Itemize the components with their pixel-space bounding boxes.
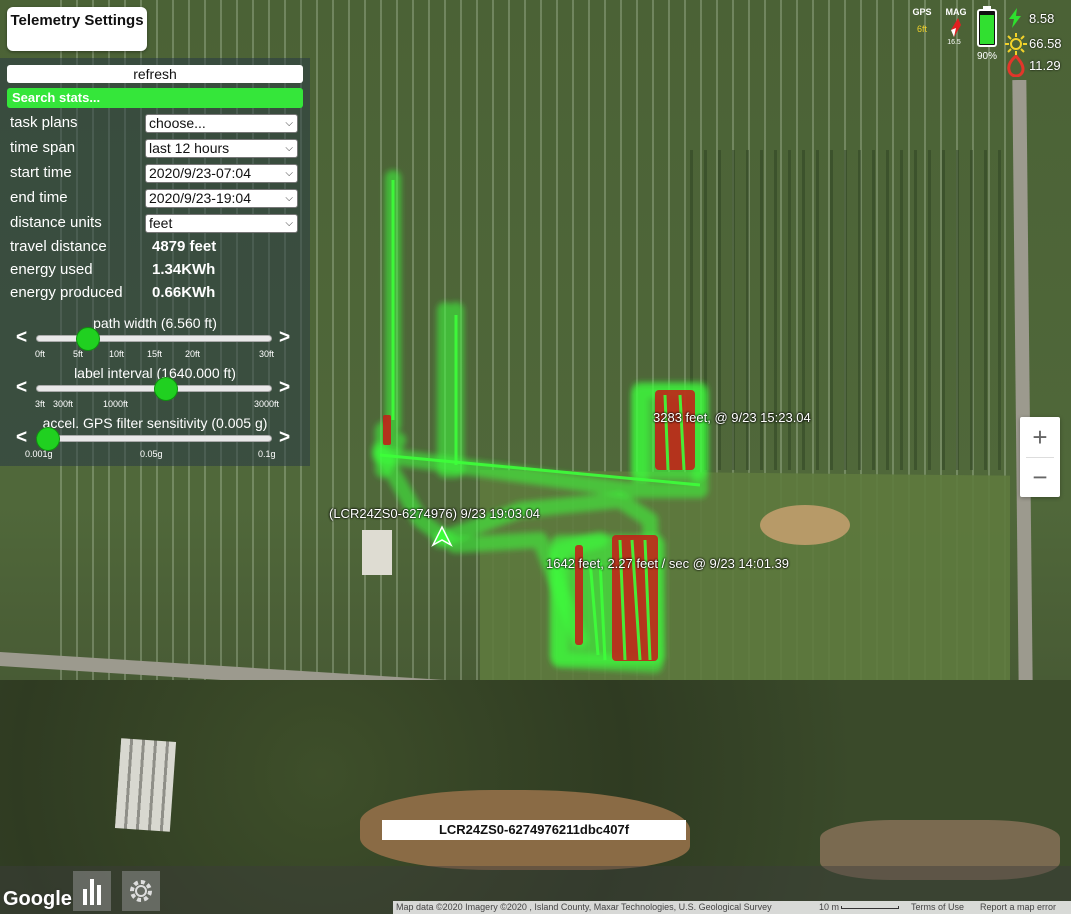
search-stats-input[interactable]: Search stats... <box>7 88 303 108</box>
mag-value: 16.5 <box>947 39 961 46</box>
telemetry-settings-button[interactable]: Telemetry Settings <box>7 7 147 51</box>
speed-label: 1642 feet, 2.27 feet / sec @ 9/23 14:01.… <box>546 556 790 571</box>
end-time-row: end time 2020/9/23-19:04 ⌵ <box>10 188 300 208</box>
travel-distance-value: 4879 feet <box>152 238 217 255</box>
tick-label: 15ft <box>147 349 163 359</box>
chevron-down-icon: ⌵ <box>285 143 293 154</box>
sun-icon <box>1005 33 1027 55</box>
decrease-arrow[interactable]: < <box>16 328 27 348</box>
energy-used-value: 1.34KWh <box>152 261 216 278</box>
power-in-value: 8.58 <box>1029 11 1055 26</box>
tick-label: 3ft <box>35 399 46 409</box>
increase-arrow[interactable]: > <box>279 428 290 448</box>
start-time-select[interactable]: 2020/9/23-07:04 ⌵ <box>145 164 298 183</box>
task-plans-row: task plans choose... ⌵ <box>10 113 300 133</box>
tick-label: 10ft <box>109 349 125 359</box>
google-logo[interactable]: Google <box>3 888 72 911</box>
distance-units-row: distance units feet ⌵ <box>10 213 300 233</box>
lightning-icon <box>1009 8 1021 28</box>
task-plans-label: task plans <box>10 114 78 131</box>
decrease-arrow[interactable]: < <box>16 378 27 398</box>
gear-icon <box>130 880 152 902</box>
zoom-control: + − <box>1020 417 1060 497</box>
energy-used-label: energy used <box>10 261 93 278</box>
settings-button[interactable] <box>122 871 160 911</box>
tick-label: 30ft <box>259 349 275 359</box>
tick-label: 3000ft <box>254 399 280 409</box>
battery-icon <box>977 9 997 47</box>
slider-track[interactable] <box>36 335 272 342</box>
stats-chart-button[interactable] <box>73 871 111 911</box>
end-time-select[interactable]: 2020/9/23-19:04 ⌵ <box>145 189 298 208</box>
time-span-select[interactable]: last 12 hours ⌵ <box>145 139 298 158</box>
chevron-down-icon: ⌵ <box>285 193 293 204</box>
label-interval-title: label interval (1640.000 ft) <box>74 365 236 381</box>
bar-chart-icon <box>83 879 101 905</box>
slider-thumb[interactable] <box>153 377 178 401</box>
device-id-label[interactable]: LCR24ZS0-6274976211dbc407f <box>382 820 686 840</box>
terms-link[interactable]: Terms of Use <box>911 901 964 914</box>
battery-percent: 90% <box>976 51 997 62</box>
tick-label: 0.1g <box>258 449 276 459</box>
tick-label: 300ft <box>53 399 74 409</box>
distance-units-label: distance units <box>10 214 102 231</box>
battery-fill <box>980 15 994 44</box>
compass-needle-icon <box>951 18 961 37</box>
chevron-down-icon: ⌵ <box>285 218 293 229</box>
energy-used-row: energy used 1.34KWh <box>10 260 300 280</box>
map-data-text: Map data ©2020 Imagery ©2020 , Island Co… <box>396 902 772 912</box>
refresh-button[interactable]: refresh <box>7 65 303 83</box>
scale-bar <box>841 906 899 909</box>
increase-arrow[interactable]: > <box>279 378 290 398</box>
zoom-in-button[interactable]: + <box>1020 417 1060 457</box>
chevron-down-icon: ⌵ <box>285 118 293 129</box>
report-error-link[interactable]: Report a map error <box>980 901 1056 914</box>
robot-position-label: (LCR24ZS0-6274976) 9/23 19:03.04 <box>329 506 541 521</box>
decrease-arrow[interactable]: < <box>16 428 27 448</box>
start-time-row: start time 2020/9/23-07:04 ⌵ <box>10 163 300 183</box>
tick-label: 5ft <box>73 349 84 359</box>
distance-units-select[interactable]: feet ⌵ <box>145 214 298 233</box>
time-span-label: time span <box>10 139 76 156</box>
tick-label: 20ft <box>185 349 201 359</box>
end-time-label: end time <box>10 189 68 206</box>
zoom-out-button[interactable]: − <box>1020 457 1060 497</box>
time-span-row: time span last 12 hours ⌵ <box>10 138 300 158</box>
travel-distance-row: travel distance 4879 feet <box>10 237 300 257</box>
flame-icon <box>1007 55 1025 77</box>
gps-label: GPS <box>912 7 932 17</box>
task-plans-select[interactable]: choose... ⌵ <box>145 114 298 133</box>
consumption-value: 11.29 <box>1029 58 1061 73</box>
increase-arrow[interactable]: > <box>279 328 290 348</box>
path-width-title: path width (6.560 ft) <box>93 315 217 331</box>
start-time-label: start time <box>10 164 72 181</box>
mag-label: MAG <box>945 7 967 17</box>
gps-accuracy: 6ft <box>916 24 927 34</box>
chevron-down-icon: ⌵ <box>285 168 293 179</box>
map-attribution: Map data ©2020 Imagery ©2020 , Island Co… <box>393 901 1071 914</box>
energy-produced-value: 0.66KWh <box>152 284 216 301</box>
slider-thumb[interactable] <box>75 327 100 351</box>
solar-value: 66.58 <box>1029 36 1062 51</box>
slider-thumb[interactable] <box>35 427 60 451</box>
tick-label: 0.001g <box>25 449 53 459</box>
travel-distance-label: travel distance <box>10 238 107 255</box>
energy-produced-label: energy produced <box>10 284 123 301</box>
scale-label: 10 m <box>819 902 840 912</box>
slider-track[interactable] <box>36 435 272 442</box>
tick-label: 0ft <box>35 349 46 359</box>
distance-label: 3283 feet, @ 9/23 15:23.04 <box>653 410 811 425</box>
tick-label: 1000ft <box>103 399 129 409</box>
energy-produced-row: energy produced 0.66KWh <box>10 283 300 303</box>
tick-label: 0.05g <box>140 449 163 459</box>
